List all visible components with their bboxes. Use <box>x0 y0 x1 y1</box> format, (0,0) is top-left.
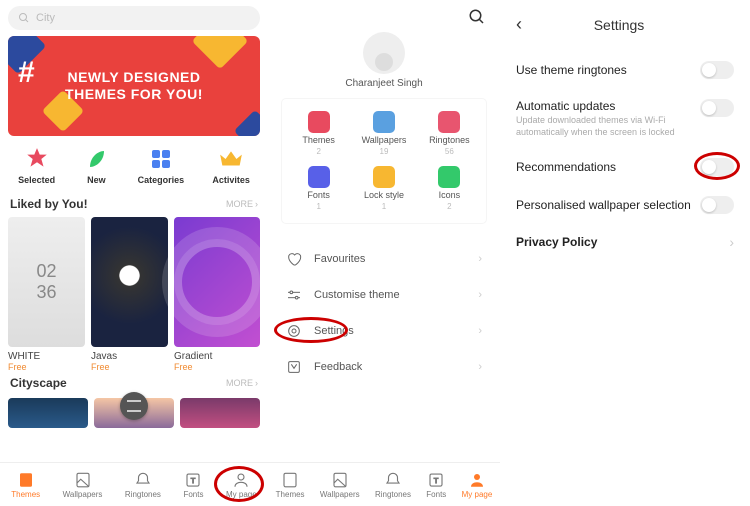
avatar[interactable] <box>363 32 405 74</box>
hero-text: Newly Designed Themes For You! <box>65 69 203 103</box>
wallpapers-icon <box>331 471 349 489</box>
search-bar[interactable]: City <box>8 6 260 30</box>
ringtones-icon <box>134 471 152 489</box>
feedback-icon <box>286 359 302 375</box>
crown-icon <box>218 146 244 172</box>
theme-card[interactable]: Gradient Free <box>174 217 260 372</box>
svg-text:T: T <box>191 476 196 485</box>
theme-thumbnail: 0236 <box>8 217 85 347</box>
chevron-right-icon: › <box>478 361 482 373</box>
themes-icon <box>17 471 35 489</box>
themes-app-home: City # Newly Designed Themes For You! Se… <box>0 0 268 506</box>
chevron-right-icon: › <box>478 325 482 337</box>
stat-lockstyle[interactable]: Lock style1 <box>351 166 416 211</box>
quick-categories: Selected New Categories Activites <box>0 142 268 193</box>
chevron-right-icon: › <box>478 289 482 301</box>
nav-fonts[interactable]: TFonts <box>426 471 446 499</box>
stats-grid: Themes2 Wallpapers19 Ringtones56 Fonts1 … <box>282 99 486 223</box>
more-button[interactable]: MORE› <box>226 199 258 209</box>
bottom-nav: Themes Wallpapers Ringtones TFonts My pa… <box>268 462 500 506</box>
setting-personalised-wallpaper[interactable]: Personalised wallpaper selection <box>516 186 734 224</box>
theme-row: 0236 WHITE Free Javas Free Gradient Free <box>0 217 268 372</box>
toggle-switch[interactable] <box>700 61 734 79</box>
setting-privacy-policy[interactable]: Privacy Policy › <box>516 224 734 260</box>
chevron-right-icon: › <box>255 199 258 209</box>
nav-wallpapers[interactable]: Wallpapers <box>63 471 103 499</box>
wallpapers-icon <box>74 471 92 489</box>
nav-my-page[interactable]: My page <box>462 471 493 499</box>
ringtones-icon <box>384 471 402 489</box>
theme-thumbnail <box>174 217 260 347</box>
toggle-switch[interactable] <box>700 158 734 176</box>
theme-thumbnail[interactable] <box>180 398 260 428</box>
more-button[interactable]: MORE› <box>226 378 258 388</box>
stat-wallpapers[interactable]: Wallpapers19 <box>351 111 416 156</box>
scroll-hint-icon[interactable] <box>120 392 148 420</box>
nav-themes[interactable]: Themes <box>11 471 40 499</box>
quick-categories-btn[interactable]: Categories <box>138 146 185 185</box>
bottom-nav: Themes Wallpapers Ringtones TFonts My pa… <box>0 462 268 506</box>
themes-icon <box>308 111 330 133</box>
nav-ringtones[interactable]: Ringtones <box>125 471 161 499</box>
chevron-right-icon: › <box>729 234 734 250</box>
person-icon <box>232 471 250 489</box>
chevron-right-icon: › <box>478 253 482 265</box>
icons-icon <box>438 166 460 188</box>
fonts-icon: T <box>427 471 445 489</box>
quick-activities[interactable]: Activites <box>212 146 250 185</box>
menu-feedback[interactable]: Feedback› <box>268 349 500 385</box>
quick-new[interactable]: New <box>83 146 109 185</box>
lock-icon <box>373 166 395 188</box>
search-icon[interactable] <box>468 8 486 26</box>
search-placeholder: City <box>36 12 55 24</box>
sliders-icon <box>286 287 302 303</box>
section-title: Liked by You! <box>10 197 88 211</box>
theme-thumbnail <box>91 217 168 347</box>
leaf-icon <box>83 146 109 172</box>
settings-header: ‹ Settings <box>516 10 734 51</box>
setting-recommendations[interactable]: Recommendations <box>516 148 734 186</box>
wallpapers-icon <box>373 111 395 133</box>
star-icon <box>24 146 50 172</box>
stat-themes[interactable]: Themes2 <box>286 111 351 156</box>
menu-customise[interactable]: Customise theme› <box>268 277 500 313</box>
svg-text:T: T <box>434 476 439 485</box>
menu-list: Favourites› Customise theme› Settings› F… <box>268 241 500 385</box>
toggle-switch[interactable] <box>700 99 734 117</box>
themes-app-mypage: Charanjeet Singh Themes2 Wallpapers19 Ri… <box>268 0 500 506</box>
search-icon <box>18 12 30 24</box>
gear-icon <box>286 323 302 339</box>
setting-automatic-updates[interactable]: Automatic updates Update downloaded them… <box>516 89 734 148</box>
themes-icon <box>281 471 299 489</box>
menu-settings[interactable]: Settings› <box>268 313 500 349</box>
theme-card[interactable]: 0236 WHITE Free <box>8 217 85 372</box>
themes-settings-screen: ‹ Settings Use theme ringtones Automatic… <box>500 0 750 506</box>
nav-wallpapers[interactable]: Wallpapers <box>320 471 360 499</box>
section-liked-header: Liked by You! MORE› <box>0 193 268 217</box>
heart-icon <box>286 251 302 267</box>
nav-my-page[interactable]: My page <box>226 471 257 499</box>
section-title: Cityscape <box>10 376 67 390</box>
menu-favourites[interactable]: Favourites› <box>268 241 500 277</box>
grid-icon <box>148 146 174 172</box>
fonts-icon <box>308 166 330 188</box>
theme-thumbnail[interactable] <box>8 398 88 428</box>
toggle-switch[interactable] <box>700 196 734 214</box>
quick-selected[interactable]: Selected <box>18 146 55 185</box>
chevron-right-icon: › <box>255 378 258 388</box>
setting-use-theme-ringtones[interactable]: Use theme ringtones <box>516 51 734 89</box>
person-icon <box>468 471 486 489</box>
nav-fonts[interactable]: TFonts <box>183 471 203 499</box>
page-title: Settings <box>504 17 734 33</box>
username: Charanjeet Singh <box>268 78 500 89</box>
stat-icons[interactable]: Icons2 <box>417 166 482 211</box>
theme-card[interactable]: Javas Free <box>91 217 168 372</box>
stat-ringtones[interactable]: Ringtones56 <box>417 111 482 156</box>
nav-ringtones[interactable]: Ringtones <box>375 471 411 499</box>
fonts-icon: T <box>184 471 202 489</box>
hero-banner[interactable]: # Newly Designed Themes For You! <box>8 36 260 136</box>
nav-themes[interactable]: Themes <box>276 471 305 499</box>
stat-fonts[interactable]: Fonts1 <box>286 166 351 211</box>
ringtones-icon <box>438 111 460 133</box>
